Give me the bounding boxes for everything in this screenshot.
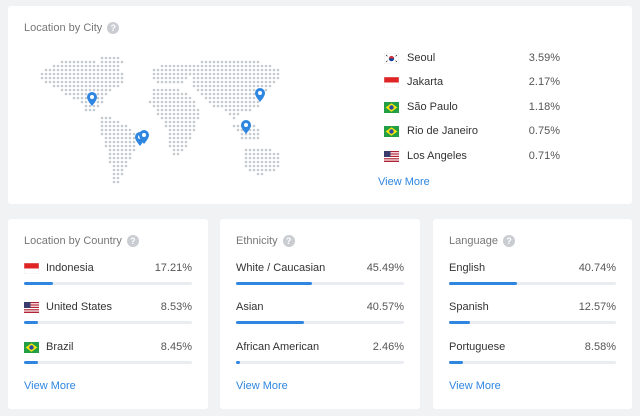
- country-percentage: 17.21%: [154, 262, 192, 274]
- city-name: Jakarta: [407, 76, 444, 88]
- language-progress-track: [449, 361, 616, 364]
- brazil-flag-icon: [24, 341, 39, 353]
- indonesia-flag-icon: [24, 262, 39, 274]
- city-card-title: Location by City: [24, 22, 103, 34]
- united-states-flag-icon: [384, 150, 399, 162]
- country-progress-track: [24, 282, 192, 285]
- city-percentage: 0.75%: [528, 125, 560, 137]
- ethnicity-progress-track: [236, 321, 404, 324]
- city-row-los-angeles: Los Angeles 0.71%: [384, 148, 560, 164]
- city-percentage: 3.59%: [528, 52, 560, 64]
- country-label: United States: [24, 301, 112, 313]
- country-label: Brazil: [24, 341, 74, 353]
- ethnicity-card: Ethnicity ? White / Caucasian 45.49% Asi…: [220, 219, 420, 409]
- ethnicity-name: African American: [236, 341, 320, 353]
- country-row-united-states: United States 8.53%: [24, 301, 192, 327]
- country-label: Indonesia: [24, 262, 94, 274]
- help-icon[interactable]: ?: [282, 235, 295, 247]
- language-row: English 40.74%: [449, 262, 616, 288]
- city-name: Los Angeles: [407, 150, 467, 162]
- brazil-flag-icon: [384, 125, 399, 137]
- help-icon[interactable]: ?: [107, 22, 120, 34]
- language-view-more-link[interactable]: View More: [449, 380, 501, 392]
- language-percentage: 40.74%: [578, 262, 616, 274]
- ethnicity-percentage: 40.57%: [366, 301, 404, 313]
- city-percentage: 0.71%: [528, 150, 560, 162]
- ethnicity-name: White / Caucasian: [236, 262, 326, 274]
- city-percentage: 2.17%: [528, 76, 560, 88]
- language-card-title: Language: [449, 235, 498, 247]
- ethnicity-progress-fill: [236, 321, 305, 324]
- city-name: São Paulo: [407, 101, 458, 113]
- united-states-flag-icon: [24, 301, 39, 313]
- ethnicity-name: Asian: [236, 301, 264, 313]
- language-card-header: Language ?: [449, 235, 515, 247]
- country-progress-track: [24, 361, 192, 364]
- language-row: Spanish 12.57%: [449, 301, 616, 327]
- help-icon[interactable]: ?: [502, 235, 515, 247]
- country-percentage: 8.45%: [160, 341, 192, 353]
- language-progress-track: [449, 321, 616, 324]
- language-row: Portuguese 8.58%: [449, 341, 616, 367]
- country-card-title: Location by Country: [24, 235, 122, 247]
- country-name: Indonesia: [46, 262, 94, 274]
- jakarta-pin[interactable]: [241, 120, 251, 134]
- language-card: Language ? English 40.74% Spanish 12.57%…: [433, 219, 632, 409]
- ethnicity-progress-track: [236, 361, 404, 364]
- ethnicity-progress-fill: [236, 282, 313, 285]
- ethnicity-row: White / Caucasian 45.49%: [236, 262, 404, 288]
- language-percentage: 8.58%: [584, 341, 616, 353]
- world-map: [40, 56, 280, 184]
- country-progress-fill: [24, 361, 39, 364]
- country-name: Brazil: [46, 341, 74, 353]
- ethnicity-progress-fill: [236, 361, 241, 364]
- seoul-pin[interactable]: [255, 88, 265, 102]
- ethnicity-card-header: Ethnicity ?: [236, 235, 295, 247]
- language-progress-fill: [449, 282, 517, 285]
- language-progress-track: [449, 282, 616, 285]
- ethnicity-percentage: 45.49%: [366, 262, 404, 274]
- los-angeles-pin[interactable]: [87, 92, 97, 106]
- city-row-seoul: Seoul 3.59%: [384, 50, 560, 66]
- country-progress-fill: [24, 321, 39, 324]
- brazil-flag-icon: [384, 101, 399, 113]
- city-row-sao-paulo: São Paulo 1.18%: [384, 99, 560, 115]
- location-by-country-card: Location by Country ? Indonesia 17.21% U…: [8, 219, 208, 409]
- ethnicity-view-more-link[interactable]: View More: [236, 380, 288, 392]
- country-row-brazil: Brazil 8.45%: [24, 341, 192, 367]
- city-card-header: Location by City ?: [24, 22, 120, 34]
- country-progress-fill: [24, 282, 53, 285]
- country-percentage: 8.53%: [160, 301, 192, 313]
- language-percentage: 12.57%: [578, 301, 616, 313]
- country-row-indonesia: Indonesia 17.21%: [24, 262, 192, 288]
- ethnicity-row: African American 2.46%: [236, 341, 404, 367]
- country-name: United States: [46, 301, 113, 313]
- indonesia-flag-icon: [384, 76, 399, 88]
- city-name: Rio de Janeiro: [407, 125, 478, 137]
- language-progress-fill: [449, 321, 471, 324]
- language-name: Portuguese: [449, 341, 506, 353]
- city-row-rio-de-janeiro: Rio de Janeiro 0.75%: [384, 123, 560, 139]
- country-view-more-link[interactable]: View More: [24, 380, 76, 392]
- language-name: Spanish: [449, 301, 489, 313]
- country-progress-track: [24, 321, 192, 324]
- ethnicity-percentage: 2.46%: [372, 341, 404, 353]
- language-name: English: [449, 262, 486, 274]
- city-row-jakarta: Jakarta 2.17%: [384, 74, 560, 90]
- south-korea-flag-icon: [384, 52, 399, 64]
- help-icon[interactable]: ?: [126, 235, 139, 247]
- city-view-more-link[interactable]: View More: [378, 176, 430, 188]
- location-by-city-card: Location by City ? Seoul 3.59% Jakarta 2…: [8, 6, 632, 204]
- city-name: Seoul: [407, 52, 436, 64]
- language-progress-fill: [449, 361, 464, 364]
- country-card-header: Location by Country ?: [24, 235, 139, 247]
- ethnicity-progress-track: [236, 282, 404, 285]
- ethnicity-card-title: Ethnicity: [236, 235, 278, 247]
- city-percentage: 1.18%: [528, 101, 560, 113]
- ethnicity-row: Asian 40.57%: [236, 301, 404, 327]
